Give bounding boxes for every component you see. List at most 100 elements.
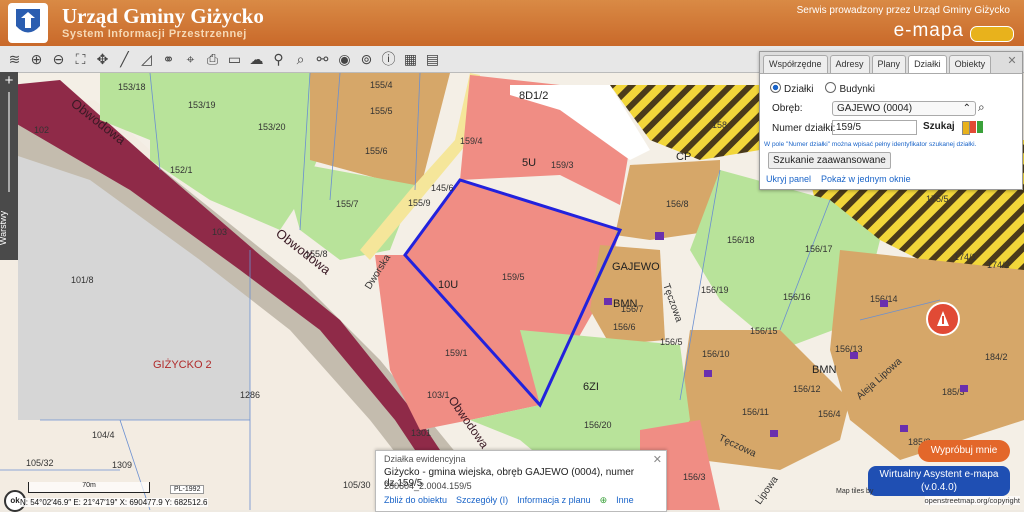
parcel-155-7: 155/7: [336, 199, 359, 209]
parcel-156-12: 156/12: [793, 384, 821, 394]
grid-icon[interactable]: ▤: [422, 48, 443, 70]
parcel-174-2: 174/2: [987, 260, 1010, 270]
layers-side-tab[interactable]: Warstwy: [0, 200, 18, 258]
plan-info-link[interactable]: Informacja z planu: [517, 495, 591, 506]
try-me-button[interactable]: Wypróbuj mnie: [918, 440, 1010, 462]
cursor-coordinates: N: 54°02′46.9″ E: 21°47′19″ X: 690477.9 …: [20, 498, 208, 507]
marker-icon[interactable]: ⚲: [268, 48, 289, 70]
zoom-slider[interactable]: [8, 92, 10, 192]
locality-gizycko-2: GIŻYCKO 2: [153, 358, 212, 371]
more-link[interactable]: Inne: [616, 495, 634, 506]
tab-dzialki[interactable]: Działki: [908, 55, 947, 73]
hide-panel-link[interactable]: Ukryj panel: [766, 174, 811, 184]
locality-gajewo: GAJEWO: [612, 261, 660, 273]
layers-icon[interactable]: ≋: [4, 48, 25, 70]
parcel-105-32: 105/32: [26, 458, 54, 468]
color-swatch-green[interactable]: [977, 121, 983, 133]
parcel-156-15: 156/15: [750, 326, 778, 336]
parcel-175-5: 175/5: [926, 194, 949, 204]
link-icon[interactable]: ⚭: [158, 48, 179, 70]
parcel-105-30: 105/30: [343, 480, 371, 490]
obreb-label: Obręb:: [772, 103, 803, 114]
parcel-155-5: 155/5: [370, 106, 393, 116]
area-icon[interactable]: ◿: [136, 48, 157, 70]
print-icon[interactable]: ⎙: [202, 48, 223, 70]
parcel-156-8: 156/8: [666, 199, 689, 209]
parcel-info-popup: Działka ewidencyjna ✕ Giżycko - gmina wi…: [375, 450, 667, 512]
numer-label: Numer działki:: [772, 123, 836, 134]
info-icon[interactable]: ⓘ: [378, 48, 399, 70]
radio-dzialki[interactable]: Działki: [770, 82, 813, 95]
parcel-159-3: 159/3: [551, 160, 574, 170]
assistant-title: Wirtualny Asystent e-mapa: [879, 469, 999, 480]
chevron-down-icon: ⌃: [962, 103, 971, 114]
search-button[interactable]: Szukaj: [923, 121, 955, 132]
zoom-area-icon[interactable]: ⊚: [356, 48, 377, 70]
search-tabs: Współrzędne Adresy Plany Działki Obiekty: [760, 52, 1022, 74]
parcel-156-17: 156/17: [805, 244, 833, 254]
zone-bmn-2: BMN: [812, 364, 837, 376]
parcel-103: 103: [212, 227, 227, 237]
search-type-radios: Działki Budynki: [770, 82, 875, 95]
plus-icon[interactable]: ⊕: [600, 495, 608, 506]
parcel-number-input[interactable]: 159/5: [832, 120, 917, 135]
locate-icon[interactable]: ⌖: [180, 48, 201, 70]
parcel-156-19: 156/19: [701, 285, 729, 295]
camera-icon[interactable]: ◉: [334, 48, 355, 70]
parcel-156-16: 156/16: [783, 292, 811, 302]
radio-off-icon: [825, 82, 837, 93]
crs-select[interactable]: PL-1992: [170, 485, 205, 494]
tab-adresy[interactable]: Adresy: [829, 55, 870, 73]
tab-obiekty[interactable]: Obiekty: [948, 55, 992, 73]
parcel-153-18: 153/18: [118, 82, 146, 92]
parcel-156-4: 156/4: [818, 409, 841, 419]
parcel-156-11: 156/11: [742, 407, 769, 417]
zoom-in-icon[interactable]: ⊕: [26, 48, 47, 70]
radio-dzialki-label: Działki: [784, 84, 814, 95]
radio-on-icon: [770, 82, 781, 93]
color-swatch-red[interactable]: [970, 121, 976, 133]
binoculars-icon[interactable]: ⚯: [312, 48, 333, 70]
zone-10u: 10U: [438, 279, 458, 291]
parcel-159-1: 159/1: [445, 348, 468, 358]
close-icon[interactable]: ✕: [1005, 54, 1019, 68]
zoom-extent-icon[interactable]: ⛶: [70, 48, 91, 70]
parcel-158: 158: [712, 120, 727, 130]
parcel-156-20: 156/20: [584, 420, 612, 430]
pan-icon[interactable]: ✥: [92, 48, 113, 70]
parcel-101-8: 101/8: [71, 275, 94, 285]
parcel-174-1: 174/1: [954, 252, 977, 262]
zone-5u: 5U: [522, 157, 536, 169]
search-hint: W pole "Numer działki" można wpisać pełn…: [764, 141, 977, 148]
close-icon[interactable]: ✕: [653, 453, 662, 466]
app-subtitle: System Informacji Przestrzennej: [62, 28, 247, 40]
zone-bmn-1: BMN: [613, 298, 638, 310]
obreb-select[interactable]: GAJEWO (0004) ⌃: [832, 101, 976, 116]
zoom-out-icon[interactable]: ⊖: [48, 48, 69, 70]
virtual-assistant-button[interactable]: Wirtualny Asystent e-mapa (v.0.4.0): [868, 466, 1010, 496]
ruler-icon[interactable]: ╱: [114, 48, 135, 70]
parcel-102: 102: [34, 125, 49, 135]
zoom-to-object-link[interactable]: Zbliż do obiektu: [384, 495, 447, 506]
osm-copyright-link[interactable]: openstreetmap.org/copyright: [924, 496, 1020, 505]
car-icon[interactable]: ▭: [224, 48, 245, 70]
cloud-icon[interactable]: ☁: [246, 48, 267, 70]
color-swatch-yellow[interactable]: [962, 121, 970, 135]
palette-icon[interactable]: ▦: [400, 48, 421, 70]
parcel-156-13: 156/13: [835, 344, 863, 354]
show-one-window-link[interactable]: Pokaż w jednym oknie: [821, 174, 911, 184]
search-icon[interactable]: ⌕: [978, 100, 985, 115]
scale-bar: 70m: [28, 482, 150, 493]
advanced-search-button[interactable]: Szukanie zaawansowane: [768, 152, 891, 169]
tab-wspolrzedne[interactable]: Współrzędne: [763, 55, 828, 73]
brand-name: e-mapa: [893, 20, 964, 41]
parcel-159-5: 159/5: [502, 272, 525, 282]
zoom-in-button[interactable]: +: [0, 72, 18, 90]
radio-budynki[interactable]: Budynki: [825, 82, 875, 95]
parcel-156-6: 156/6: [613, 322, 636, 332]
details-link[interactable]: Szczegóły (I): [456, 495, 508, 506]
search-icon[interactable]: ⌕: [290, 48, 311, 70]
layers-side-tab-label: Warstwy: [0, 210, 9, 246]
road-sign-icon[interactable]: [926, 302, 960, 336]
tab-plany[interactable]: Plany: [871, 55, 907, 73]
